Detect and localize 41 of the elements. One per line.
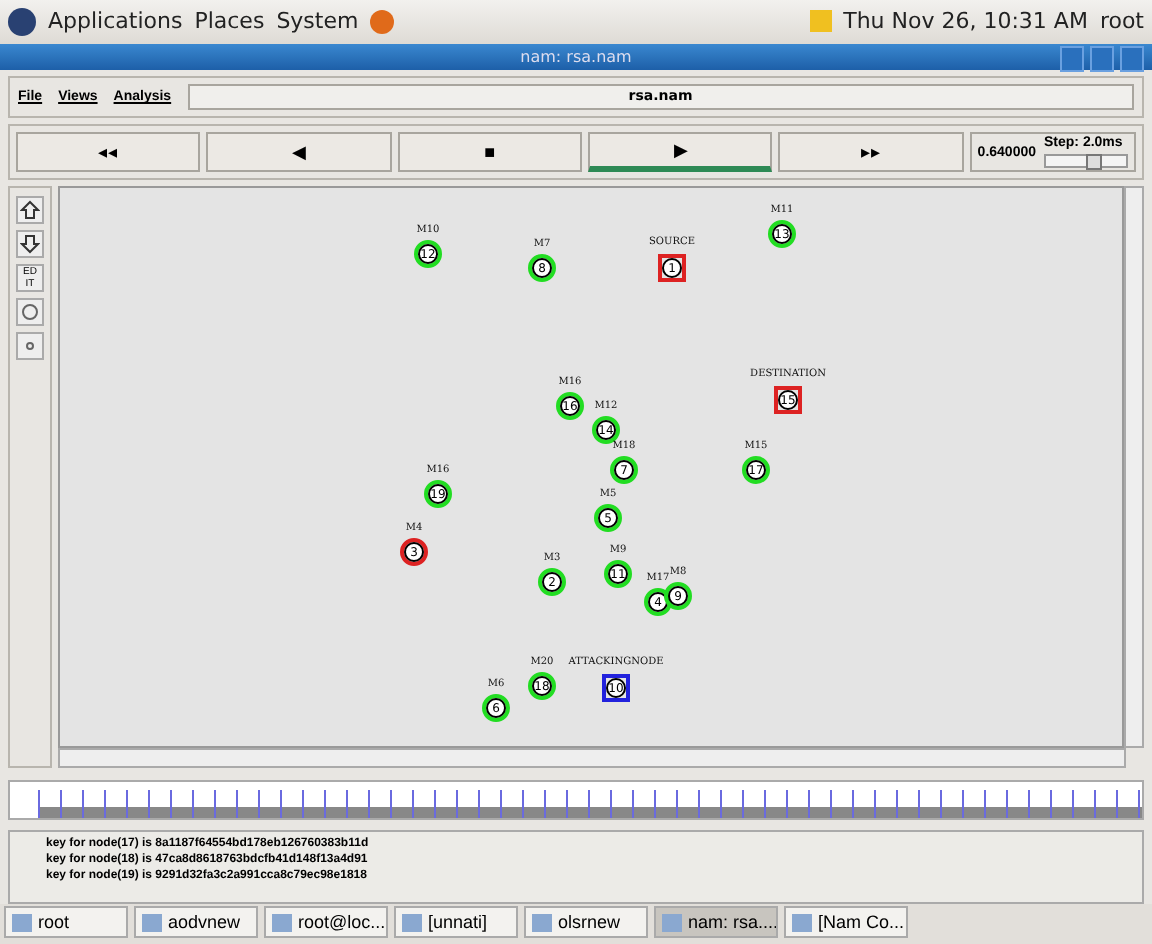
horizontal-scrollbar[interactable]	[58, 748, 1126, 769]
window-icon	[272, 913, 292, 932]
window-icon	[402, 913, 422, 932]
taskbar-button[interactable]: olsrnew	[524, 906, 648, 939]
circle-button[interactable]	[16, 298, 44, 327]
logo-icon	[8, 7, 36, 36]
panel-menu[interactable]: Places	[194, 8, 265, 35]
window-icon	[792, 913, 812, 932]
close-button[interactable]	[1120, 45, 1144, 72]
step-slider[interactable]	[1044, 154, 1128, 169]
taskbar-button[interactable]: [Nam Co...	[784, 906, 908, 939]
playback-button[interactable]: ▸▸	[778, 132, 964, 173]
playback-button[interactable]: ■	[397, 132, 583, 173]
browser-icon[interactable]	[370, 9, 395, 34]
playback-button[interactable]: ◂◂	[16, 132, 201, 173]
dot-icon	[26, 342, 34, 351]
panel-menu[interactable]: System	[276, 8, 359, 35]
minimize-button[interactable]	[1060, 45, 1084, 72]
user-name[interactable]: root	[1099, 8, 1144, 35]
window-title: nam: rsa.nam	[520, 47, 632, 66]
circle-icon	[22, 304, 38, 321]
window-icon	[662, 913, 682, 932]
taskbar-button[interactable]: root	[4, 906, 128, 939]
down-arrow-button[interactable]	[16, 230, 44, 259]
window-icon	[12, 913, 32, 932]
panel-menu[interactable]: Applications	[48, 8, 183, 35]
up-arrow-button[interactable]	[16, 196, 44, 225]
taskbar-button[interactable]: aodvnew	[134, 906, 258, 939]
playback-button[interactable]: ◀	[206, 132, 392, 173]
clock[interactable]: Thu Nov 26, 10:31 AM	[843, 8, 1088, 35]
taskbar-button[interactable]: root@loc...	[264, 906, 388, 939]
maximize-button[interactable]	[1090, 45, 1114, 72]
slider-thumb[interactable]	[1086, 154, 1102, 171]
dot-button[interactable]	[16, 332, 44, 361]
time-slider-track[interactable]	[38, 789, 1142, 818]
taskbar-button[interactable]: [unnati]	[394, 906, 518, 939]
vertical-scrollbar[interactable]	[1124, 186, 1144, 749]
taskbar-button[interactable]: nam: rsa....	[654, 906, 778, 939]
window-icon	[142, 913, 162, 932]
window-icon	[532, 913, 552, 932]
playback-button[interactable]: ▶	[588, 132, 773, 173]
